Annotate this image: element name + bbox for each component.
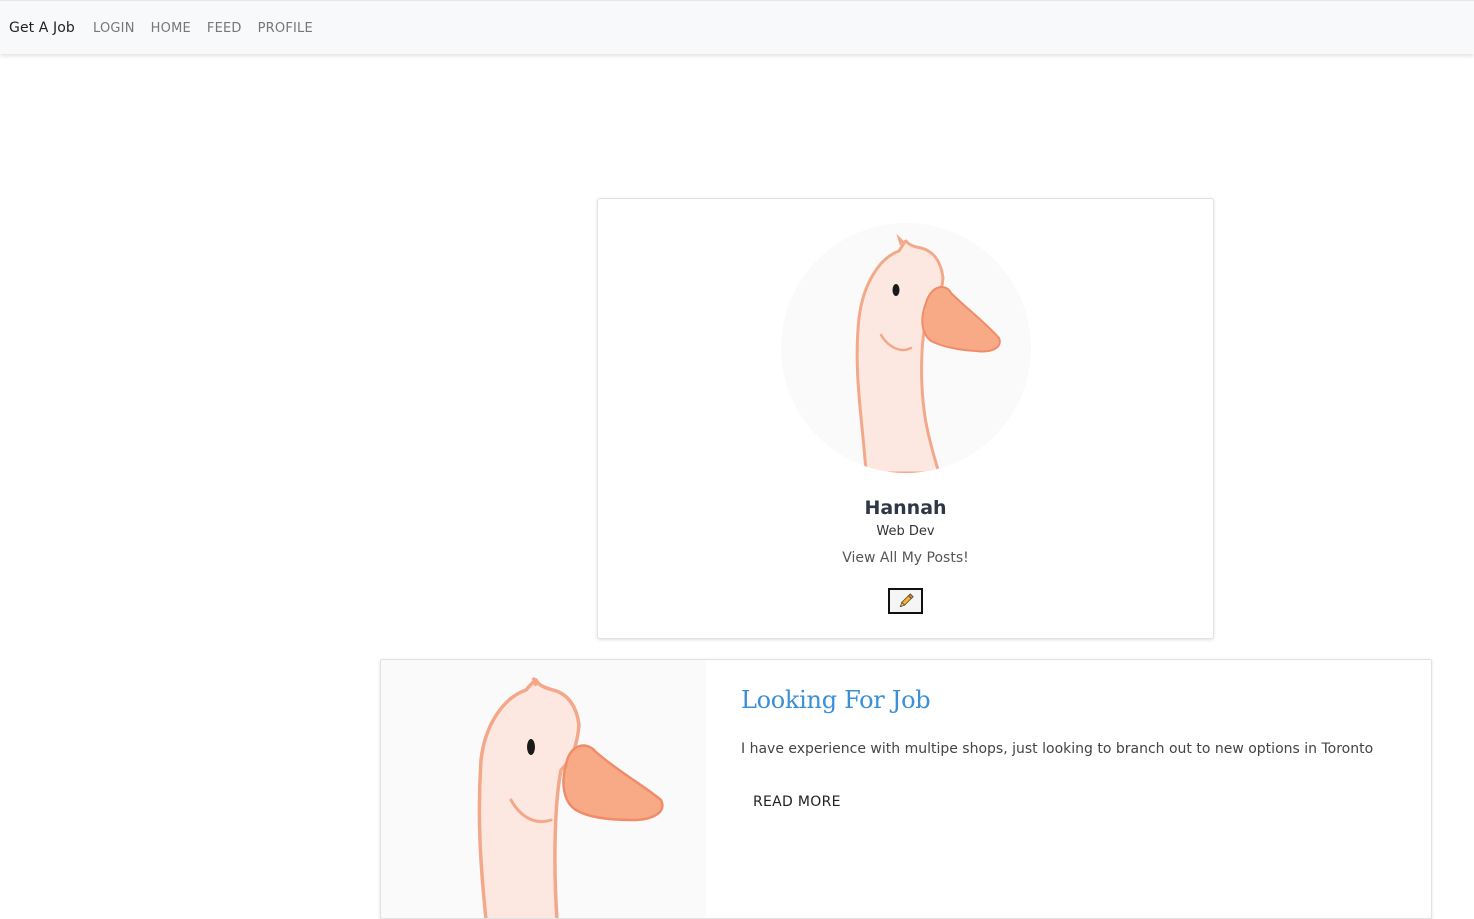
nav-links: LOGIN HOME FEED PROFILE xyxy=(93,21,329,36)
post-body: I have experience with multipe shops, ju… xyxy=(741,741,1374,757)
edit-profile-button[interactable] xyxy=(888,588,923,614)
goose-avatar-icon xyxy=(855,233,1001,473)
goose-image-icon xyxy=(477,676,664,918)
post-card: Looking For Job I have experience with m… xyxy=(380,659,1432,919)
pencil-icon xyxy=(899,593,914,608)
profile-role: Web Dev xyxy=(876,524,935,539)
post-image xyxy=(381,660,706,918)
profile-avatar xyxy=(781,223,1031,473)
nav-login[interactable]: LOGIN xyxy=(93,21,135,36)
read-more-button[interactable]: READ MORE xyxy=(741,786,853,818)
top-navbar: Get A Job LOGIN HOME FEED PROFILE xyxy=(0,0,1474,54)
view-all-posts-link[interactable]: View All My Posts! xyxy=(598,550,1213,566)
brand-link[interactable]: Get A Job xyxy=(9,20,75,36)
profile-name: Hannah xyxy=(864,497,947,519)
post-title[interactable]: Looking For Job xyxy=(741,686,931,714)
nav-feed[interactable]: FEED xyxy=(207,21,242,36)
profile-card: Hannah Web Dev View All My Posts! xyxy=(597,198,1214,639)
nav-profile[interactable]: PROFILE xyxy=(258,21,313,36)
nav-home[interactable]: HOME xyxy=(151,21,191,36)
